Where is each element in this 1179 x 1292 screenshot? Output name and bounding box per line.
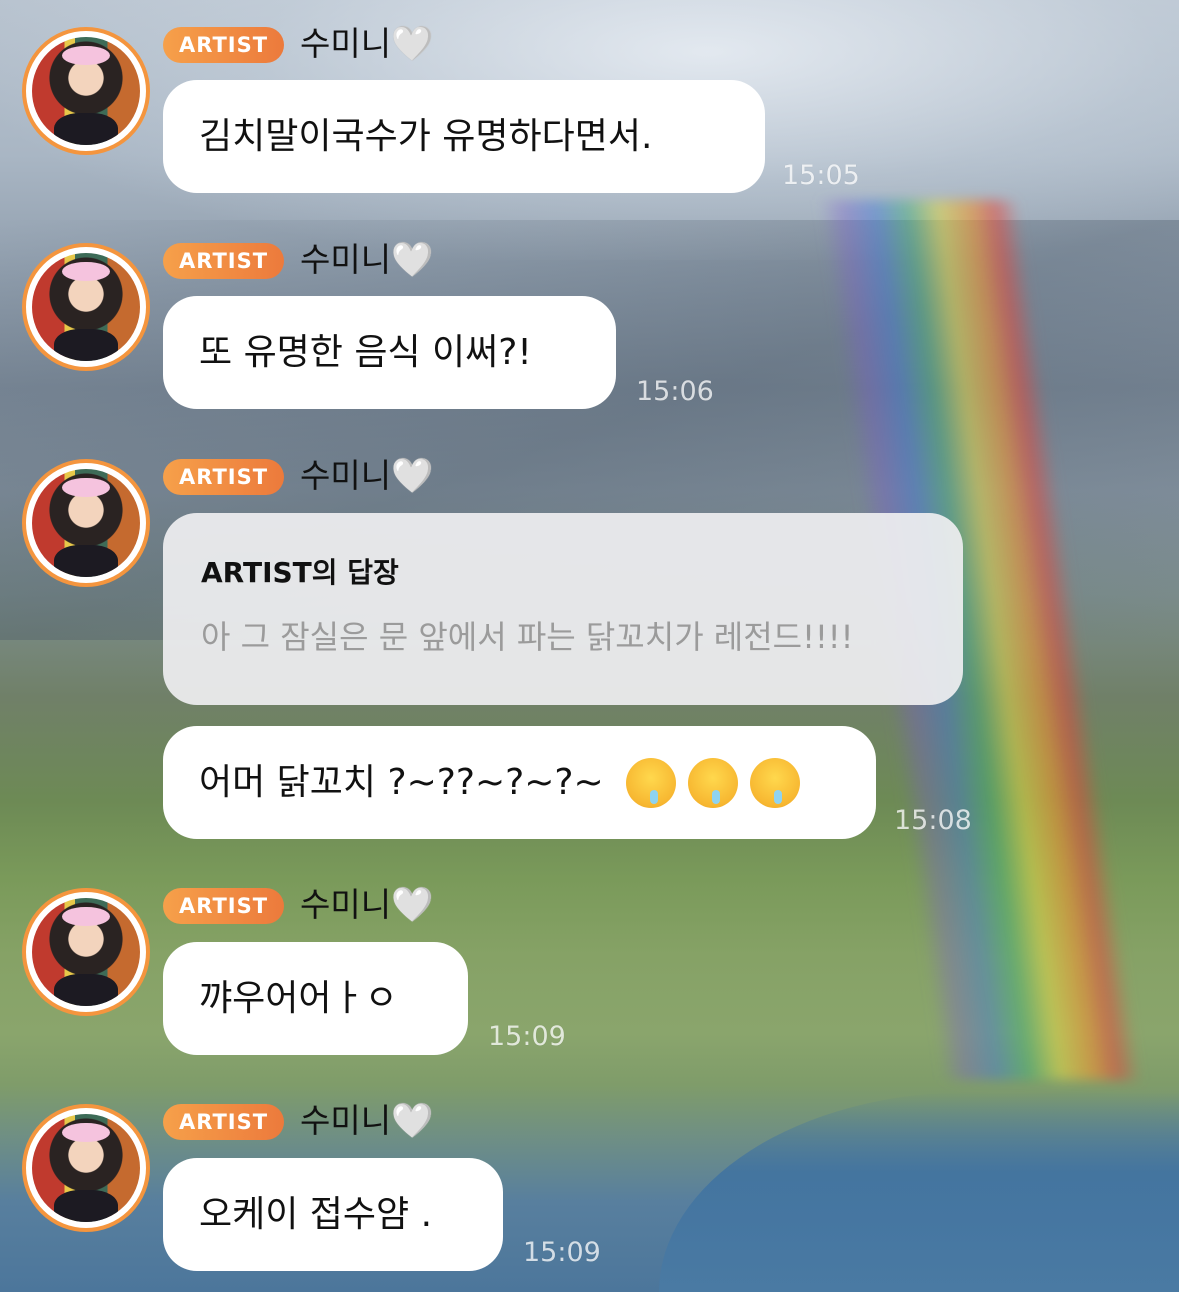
timestamp: 15:05 <box>782 160 860 191</box>
avatar[interactable] <box>22 1104 150 1232</box>
message-bubble[interactable]: 또 유명한 음식 이써?! <box>163 296 616 409</box>
sender-name[interactable]: 수미니🤍 <box>300 1101 433 1141</box>
heart-icon: 🤍 <box>391 240 434 280</box>
avatar[interactable] <box>22 27 150 155</box>
sender-name[interactable]: 수미니🤍 <box>300 456 433 496</box>
sender-name[interactable]: 수미니🤍 <box>300 885 433 925</box>
sender-name[interactable]: 수미니🤍 <box>300 24 433 64</box>
heart-icon: 🤍 <box>391 1101 434 1141</box>
avatar[interactable] <box>22 243 150 371</box>
background-lake <box>659 1092 1179 1292</box>
drooling-face-icon <box>749 757 800 808</box>
reply-text: 아 그 잠실은 문 앞에서 파는 닭꼬치가 레전드!!!! <box>201 618 854 656</box>
reply-quote[interactable]: ARTIST의 답장 아 그 잠실은 문 앞에서 파는 닭꼬치가 레전드!!!! <box>163 513 963 705</box>
artist-badge: ARTIST <box>163 888 285 924</box>
artist-badge: ARTIST <box>163 27 285 63</box>
artist-badge: ARTIST <box>163 243 285 279</box>
message-bubble[interactable]: 어머 닭꼬치 ?~??~?~?~ <box>163 726 876 839</box>
avatar[interactable] <box>22 888 150 1016</box>
avatar[interactable] <box>22 459 150 587</box>
timestamp: 15:09 <box>523 1237 601 1268</box>
timestamp: 15:06 <box>636 376 714 407</box>
message-bubble[interactable]: 꺄우어어ㅏㅇ <box>163 942 468 1055</box>
reply-title: ARTIST의 답장 <box>201 556 399 589</box>
timestamp: 15:08 <box>894 805 972 836</box>
heart-icon: 🤍 <box>391 456 434 496</box>
message-text: 어머 닭꼬치 ?~??~?~?~ <box>199 761 604 803</box>
timestamp: 15:09 <box>488 1021 566 1052</box>
heart-icon: 🤍 <box>391 885 434 925</box>
heart-icon: 🤍 <box>391 24 434 64</box>
message-bubble[interactable]: 오케이 접수얌 . <box>163 1158 503 1271</box>
message-bubble[interactable]: 김치말이국수가 유명하다면서. <box>163 80 765 193</box>
sender-name[interactable]: 수미니🤍 <box>300 240 433 280</box>
drooling-face-icon <box>625 757 676 808</box>
drooling-face-icon <box>687 757 738 808</box>
artist-badge: ARTIST <box>163 459 285 495</box>
artist-badge: ARTIST <box>163 1104 285 1140</box>
